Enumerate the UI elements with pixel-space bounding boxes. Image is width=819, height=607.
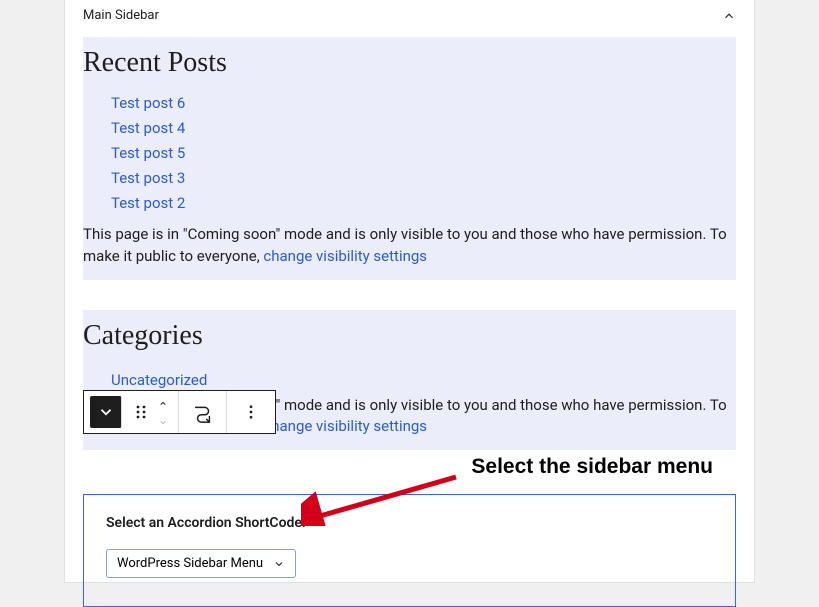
list-item: Test post 3 <box>111 168 736 187</box>
collapse-icon[interactable] <box>722 9 736 23</box>
list-item: Test post 4 <box>111 118 736 137</box>
editor-panel: Main Sidebar Recent Posts Test post 6 Te… <box>64 0 755 583</box>
visibility-settings-link[interactable]: change visibility settings <box>263 417 427 435</box>
toolbar-group-block <box>84 391 179 433</box>
select-value: WordPress Sidebar Menu <box>117 556 263 571</box>
block-toolbar <box>83 390 276 434</box>
drag-handle-icon[interactable] <box>128 404 154 420</box>
list-item: Uncategorized <box>111 370 736 389</box>
visibility-settings-link[interactable]: change visibility settings <box>263 247 427 265</box>
sidebar-header[interactable]: Main Sidebar <box>65 0 754 37</box>
post-link[interactable]: Test post 4 <box>111 119 185 137</box>
post-link[interactable]: Test post 3 <box>111 169 185 187</box>
recent-posts-list: Test post 6 Test post 4 Test post 5 Test… <box>83 93 736 212</box>
transform-button[interactable] <box>179 391 227 433</box>
move-down-button[interactable] <box>157 412 169 431</box>
categories-list: Uncategorized <box>83 370 736 389</box>
recent-posts-widget[interactable]: Recent Posts Test post 6 Test post 4 Tes… <box>83 37 736 280</box>
chevron-down-icon <box>273 558 285 570</box>
list-item: Test post 6 <box>111 93 736 112</box>
block-type-button[interactable] <box>90 396 122 428</box>
post-link[interactable]: Test post 2 <box>111 194 185 212</box>
list-item: Test post 5 <box>111 143 736 162</box>
post-link[interactable]: Test post 6 <box>111 94 185 112</box>
sidebar-title: Main Sidebar <box>83 8 159 23</box>
accordion-shortcode-block[interactable]: Select an Accordion ShortCode: WordPress… <box>83 494 736 607</box>
coming-soon-notice: This page is in "Coming soon" mode and i… <box>83 218 736 268</box>
list-item: Test post 2 <box>111 193 736 212</box>
categories-title: Categories <box>83 320 736 370</box>
move-arrows <box>154 393 178 431</box>
move-up-button[interactable] <box>157 393 169 412</box>
category-link[interactable]: Uncategorized <box>111 371 207 389</box>
accordion-select[interactable]: WordPress Sidebar Menu <box>106 549 296 578</box>
recent-posts-title: Recent Posts <box>83 47 736 93</box>
options-button[interactable] <box>227 391 275 433</box>
select-label: Select an Accordion ShortCode: <box>106 515 713 531</box>
post-link[interactable]: Test post 5 <box>111 144 185 162</box>
